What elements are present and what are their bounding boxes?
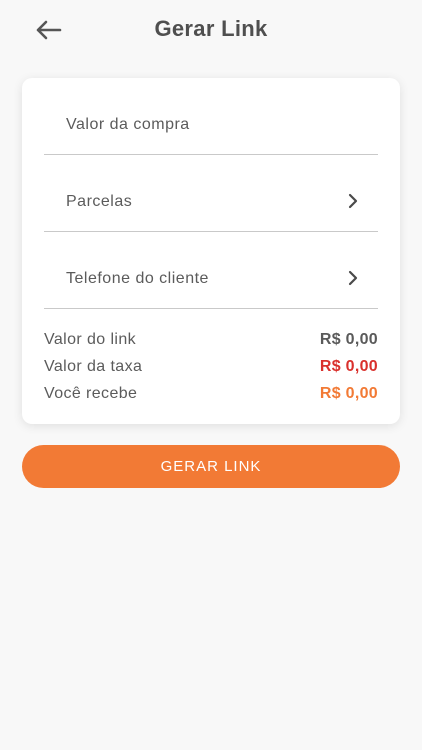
link-value-row: Valor do link R$ 0,00	[44, 328, 378, 352]
generate-link-button[interactable]: GERAR LINK	[22, 445, 400, 488]
receive-value-row: Você recebe R$ 0,00	[44, 382, 378, 406]
installments-selector[interactable]: Parcelas	[44, 155, 378, 232]
chevron-right-icon	[348, 270, 358, 286]
fee-value-label: Valor da taxa	[44, 358, 143, 375]
page-title: Gerar Link	[154, 16, 268, 41]
receive-value-label: Você recebe	[44, 385, 138, 402]
fee-value-row: Valor da taxa R$ 0,00	[44, 355, 378, 379]
installments-label: Parcelas	[66, 193, 133, 210]
link-form-card: Valor da compra Parcelas Telefone do cli…	[22, 78, 400, 424]
customer-phone-selector[interactable]: Telefone do cliente	[44, 232, 378, 309]
customer-phone-label: Telefone do cliente	[66, 270, 209, 287]
purchase-value-placeholder: Valor da compra	[66, 116, 190, 133]
purchase-value-field[interactable]: Valor da compra	[44, 78, 378, 155]
link-value-label: Valor do link	[44, 331, 137, 348]
chevron-right-icon	[348, 193, 358, 209]
link-value-amount: R$ 0,00	[319, 331, 378, 348]
receive-value-amount: R$ 0,00	[319, 385, 378, 402]
header: Gerar Link	[0, 0, 422, 60]
fee-value-amount: R$ 0,00	[319, 358, 378, 375]
